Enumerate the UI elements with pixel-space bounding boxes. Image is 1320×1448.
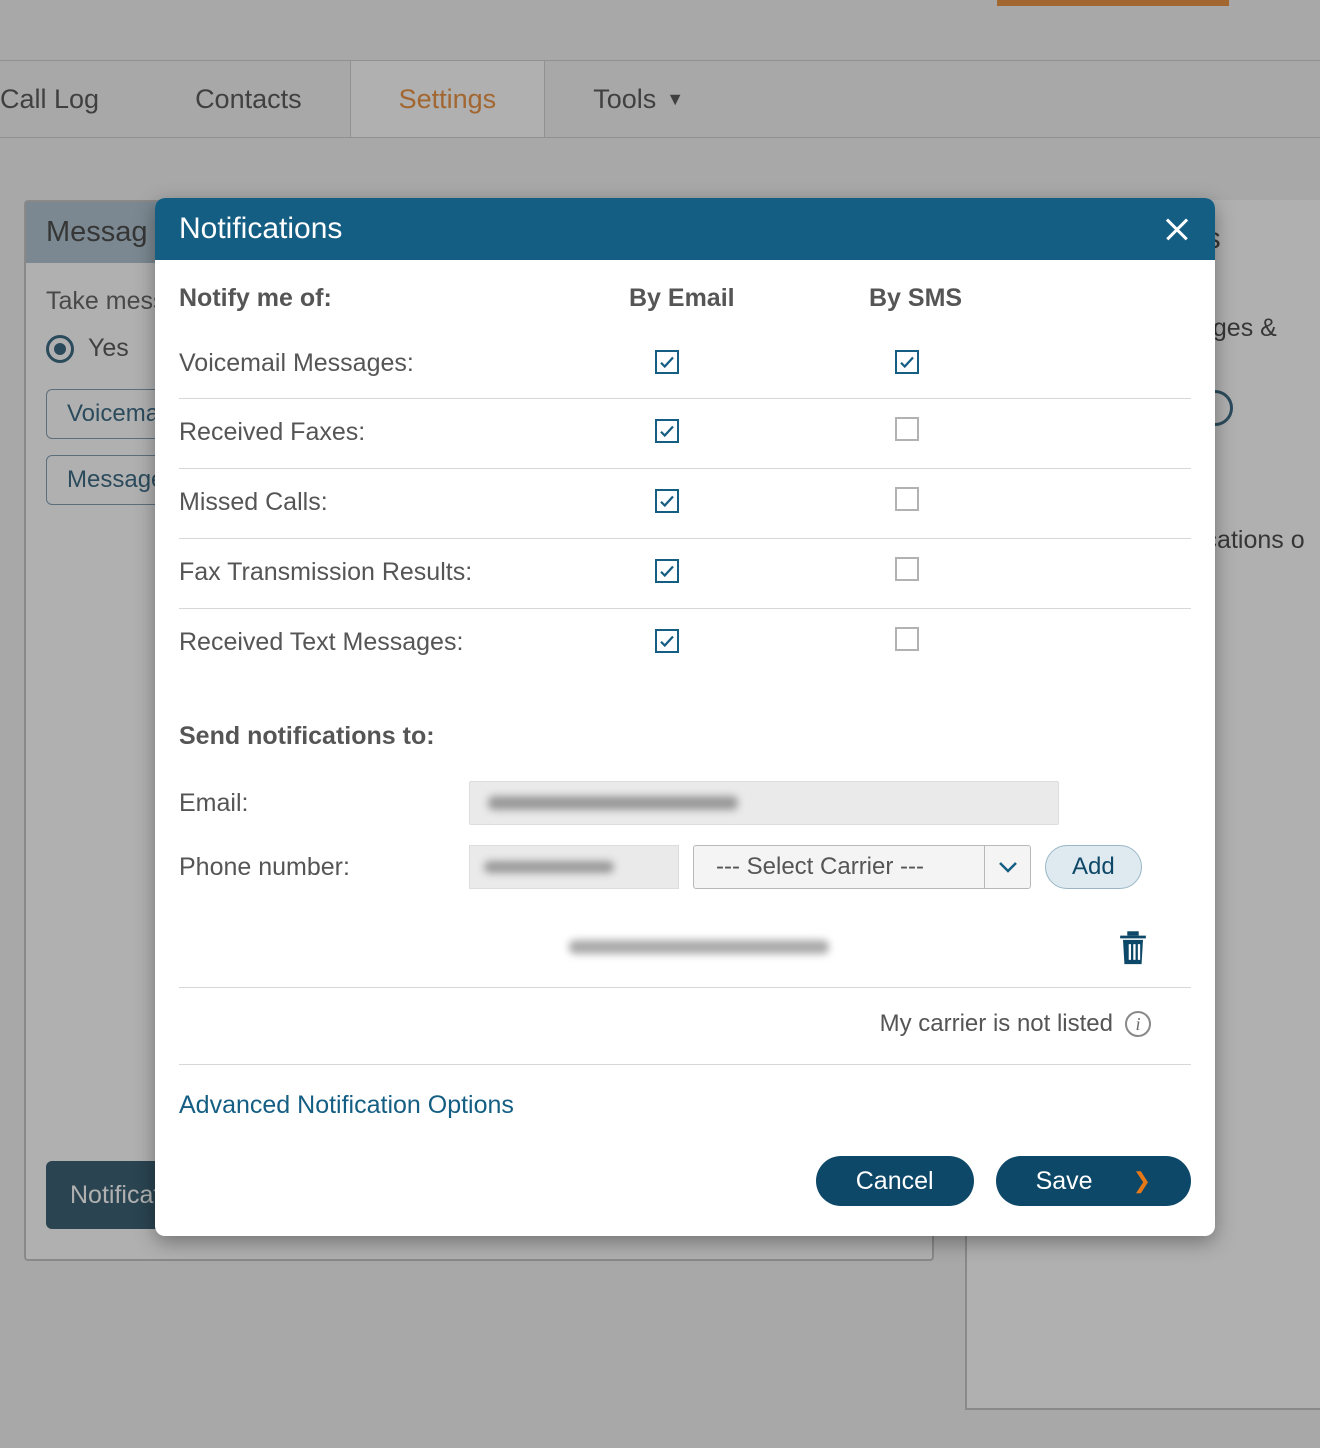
by-email-header: By Email bbox=[599, 284, 839, 313]
phone-input[interactable] bbox=[469, 845, 679, 889]
email-label: Email: bbox=[179, 789, 469, 818]
notify-header-row: Notify me of: By Email By SMS bbox=[179, 284, 1191, 313]
notify-row-text-messages: Received Text Messages: bbox=[179, 609, 1191, 678]
notifications-modal: Notifications Notify me of: By Email By … bbox=[155, 198, 1215, 1236]
carrier-not-listed-row: My carrier is not listed i bbox=[179, 988, 1191, 1065]
checkbox-sms-voicemail[interactable] bbox=[895, 350, 919, 374]
modal-body: Notify me of: By Email By SMS Voicemail … bbox=[155, 260, 1215, 1236]
send-to-label: Send notifications to: bbox=[179, 722, 1191, 751]
checkbox-sms-fax-trans[interactable] bbox=[895, 557, 919, 581]
notify-row-label: Voicemail Messages: bbox=[179, 349, 599, 378]
by-sms-header: By SMS bbox=[839, 284, 1079, 313]
trash-icon[interactable] bbox=[1115, 927, 1151, 967]
checkbox-sms-missed[interactable] bbox=[895, 487, 919, 511]
modal-actions: Cancel Save ❯ bbox=[179, 1156, 1191, 1206]
modal-header: Notifications bbox=[155, 198, 1215, 260]
carrier-select-text: --- Select Carrier --- bbox=[694, 853, 984, 881]
checkbox-sms-faxes[interactable] bbox=[895, 417, 919, 441]
phone-entry-value bbox=[569, 940, 829, 954]
chevron-right-icon: ❯ bbox=[1133, 1168, 1151, 1194]
save-label: Save bbox=[1036, 1167, 1093, 1196]
carrier-not-listed-label: My carrier is not listed bbox=[880, 1010, 1113, 1038]
checkbox-sms-text[interactable] bbox=[895, 627, 919, 651]
phone-entry-row bbox=[179, 909, 1191, 988]
cancel-button[interactable]: Cancel bbox=[816, 1156, 974, 1206]
notify-row-missed-calls: Missed Calls: bbox=[179, 469, 1191, 539]
email-row: Email: bbox=[179, 781, 1191, 825]
phone-row: Phone number: --- Select Carrier --- Add bbox=[179, 845, 1191, 889]
chevron-down-icon bbox=[984, 846, 1030, 888]
save-button[interactable]: Save ❯ bbox=[996, 1156, 1191, 1206]
email-input[interactable] bbox=[469, 781, 1059, 825]
checkbox-email-fax-trans[interactable] bbox=[655, 559, 679, 583]
notify-me-label: Notify me of: bbox=[179, 284, 599, 313]
checkbox-email-missed[interactable] bbox=[655, 489, 679, 513]
cancel-label: Cancel bbox=[856, 1167, 934, 1196]
notify-row-label: Missed Calls: bbox=[179, 488, 599, 517]
carrier-select[interactable]: --- Select Carrier --- bbox=[693, 845, 1031, 889]
notify-row-fax-transmission: Fax Transmission Results: bbox=[179, 539, 1191, 609]
checkbox-email-text[interactable] bbox=[655, 629, 679, 653]
checkbox-email-faxes[interactable] bbox=[655, 419, 679, 443]
advanced-options-link[interactable]: Advanced Notification Options bbox=[179, 1091, 1191, 1120]
notify-row-label: Received Text Messages: bbox=[179, 628, 599, 657]
notify-row-faxes: Received Faxes: bbox=[179, 399, 1191, 469]
modal-title: Notifications bbox=[179, 212, 342, 246]
add-button[interactable]: Add bbox=[1045, 845, 1142, 889]
notify-row-voicemail: Voicemail Messages: bbox=[179, 331, 1191, 399]
checkbox-email-voicemail[interactable] bbox=[655, 350, 679, 374]
notify-row-label: Received Faxes: bbox=[179, 418, 599, 447]
info-icon[interactable]: i bbox=[1125, 1011, 1151, 1037]
notify-row-label: Fax Transmission Results: bbox=[179, 558, 599, 587]
phone-label: Phone number: bbox=[179, 853, 469, 882]
close-icon[interactable] bbox=[1163, 215, 1191, 243]
